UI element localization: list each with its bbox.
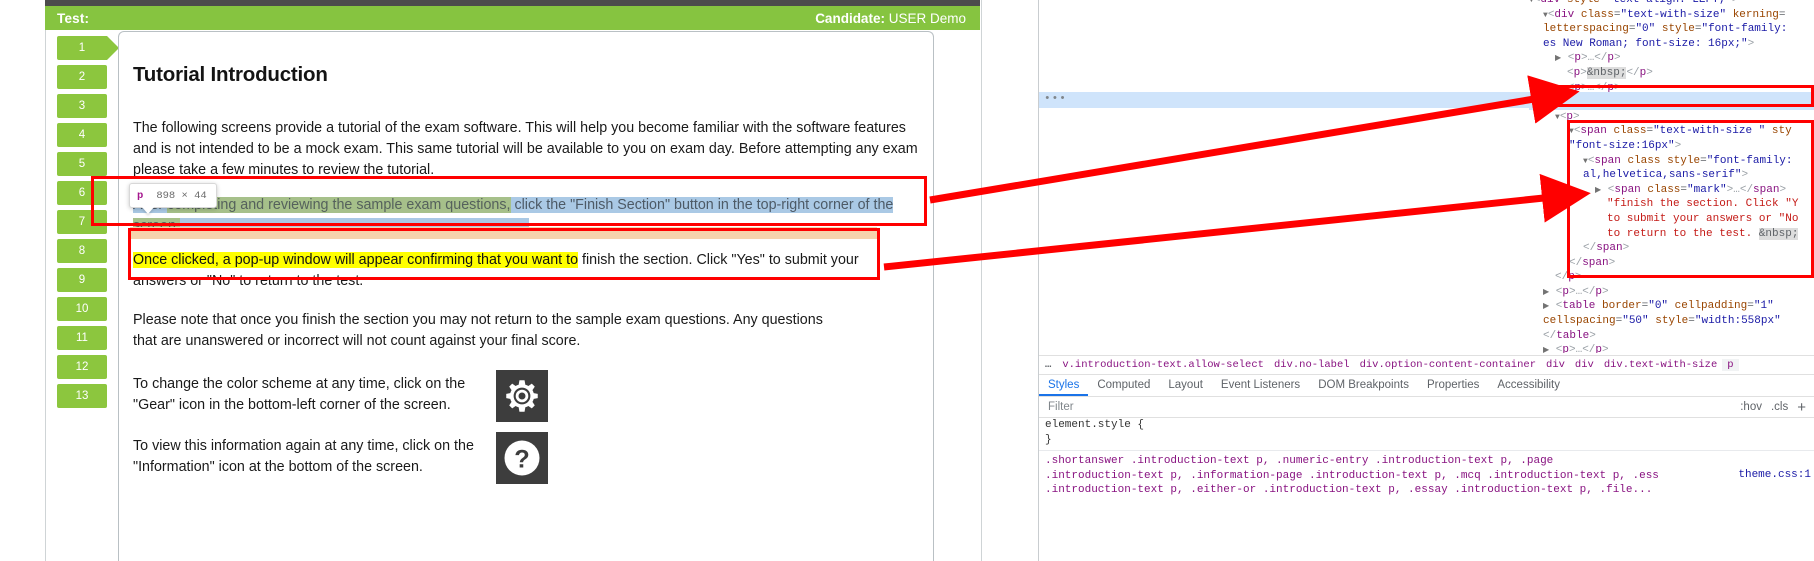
annotation-box-yellow-paragraph (128, 228, 880, 280)
dom-line-21[interactable]: ▶ <table border="0" cellpadding="1" (1529, 299, 1814, 314)
information-instruction-row: To view this information again at any ti… (133, 432, 923, 484)
dom-line-22[interactable]: cellspacing="50" style="width:558px" (1529, 314, 1814, 329)
sidebar-item-9[interactable]: 9 (57, 268, 107, 292)
styles-pane[interactable]: element.style { } .shortanswer .introduc… (1039, 418, 1814, 561)
tab-styles[interactable]: Styles (1039, 374, 1089, 396)
information-instruction-text: To view this information again at any ti… (133, 438, 474, 475)
annotation-box-dom-span-block (1567, 120, 1814, 278)
dom-line-1[interactable]: ▼<div class="text-with-size" kerning= (1529, 8, 1814, 23)
dom-line-0[interactable]: ▼<div style="text-align: LEFT;"> (1529, 0, 1814, 8)
breadcrumb-overflow[interactable]: … (1039, 359, 1057, 371)
tab-layout[interactable]: Layout (1159, 374, 1212, 396)
devtools-breadcrumb[interactable]: … v.introduction-text.allow-select div.n… (1039, 355, 1814, 375)
theme-css-rule[interactable]: .shortanswer .introduction-text p, .nume… (1039, 450, 1814, 498)
candidate-name: USER Demo (888, 10, 966, 26)
paragraph-note: Please note that once you finish the sec… (133, 312, 823, 349)
sidebar-item-11[interactable]: 11 (57, 326, 107, 350)
dom-line-5[interactable]: <p>&nbsp;</p> (1529, 66, 1814, 81)
dom-line-4[interactable]: ▶ <p>…</p> (1529, 51, 1814, 66)
sidebar-item-13[interactable]: 13 (57, 384, 107, 408)
tab-properties[interactable]: Properties (1418, 374, 1488, 396)
tab-dom-breakpoints[interactable]: DOM Breakpoints (1309, 374, 1418, 396)
sidebar-item-5[interactable]: 5 (57, 152, 107, 176)
breadcrumb-item-p-selected[interactable]: p (1722, 359, 1739, 371)
element-style-rule[interactable]: element.style { } (1039, 418, 1814, 447)
element-style-close: } (1045, 433, 1052, 446)
gear-instruction-row: To change the color scheme at any time, … (133, 370, 923, 422)
sidebar-item-12[interactable]: 12 (57, 355, 107, 379)
sidebar-item-10[interactable]: 10 (57, 297, 107, 321)
theme-rule-selector-line2: .introduction-text p, .information-page … (1045, 469, 1659, 482)
dom-line-3[interactable]: es New Roman; font-size: 16px;"> (1529, 37, 1814, 52)
styles-filter-actions: :hov .cls + (1740, 399, 1814, 416)
theme-rule-selector-line3: .introduction-text p, .either-or .introd… (1045, 484, 1653, 497)
devtools-sidebar-tabs[interactable]: Styles Computed Layout Event Listeners D… (1039, 374, 1814, 397)
sidebar-item-1[interactable]: 1 (57, 36, 119, 60)
gear-icon (496, 370, 548, 422)
page-title: Tutorial Introduction (133, 63, 923, 87)
exam-header-bar: Test: Candidate: USER Demo (45, 6, 980, 30)
breadcrumb-item-introduction-text[interactable]: v.introduction-text.allow-select (1057, 359, 1269, 371)
sidebar-item-8[interactable]: 8 (57, 239, 107, 263)
tooltip-tag-name: p (137, 189, 144, 202)
dom-ellipsis-marker: ••• (1044, 93, 1067, 105)
question-nav-strip[interactable]: 1 2 3 4 5 6 7 8 9 10 11 12 13 (57, 36, 119, 556)
svg-text:?: ? (514, 445, 530, 473)
styles-filter-input[interactable]: Filter (1048, 401, 1074, 413)
sidebar-item-4[interactable]: 4 (57, 123, 107, 147)
styles-filter-bar[interactable]: Filter :hov .cls + (1039, 397, 1814, 418)
hov-toggle[interactable]: :hov (1740, 401, 1762, 413)
tutorial-content-card: Tutorial Introduction The following scre… (118, 31, 934, 561)
breadcrumb-item-div-2[interactable]: div (1570, 359, 1599, 371)
breadcrumb-item-no-label[interactable]: div.no-label (1269, 359, 1355, 371)
cls-toggle[interactable]: .cls (1771, 401, 1788, 413)
dom-line-20[interactable]: ▶ <p>…</p> (1529, 285, 1814, 300)
candidate-info: Candidate: USER Demo (815, 11, 966, 26)
new-style-rule-icon[interactable]: + (1797, 399, 1806, 416)
theme-rule-selector-line1: .shortanswer .introduction-text p, .nume… (1045, 455, 1554, 468)
annotation-box-dom-selected-node (1556, 85, 1814, 107)
page-title-text: Tutorial Introduction (133, 63, 328, 86)
tooltip-dimensions: 898 × 44 (156, 189, 207, 202)
candidate-label: Candidate: (815, 10, 885, 26)
gear-instruction-text: To change the color scheme at any time, … (133, 376, 466, 413)
test-label: Test: (57, 10, 90, 26)
exam-application: Test: Candidate: USER Demo 1 2 3 4 5 6 7… (0, 0, 1038, 561)
breadcrumb-item-option-content-container[interactable]: div.option-content-container (1355, 359, 1541, 371)
devtools-element-tooltip: p 898 × 44 (129, 183, 217, 208)
paragraph-intro: The following screens provide a tutorial… (133, 120, 918, 178)
information-icon: ? (496, 432, 548, 484)
breadcrumb-item-div-1[interactable]: div (1541, 359, 1570, 371)
tab-accessibility[interactable]: Accessibility (1488, 374, 1569, 396)
sidebar-item-3[interactable]: 3 (57, 94, 107, 118)
tab-computed[interactable]: Computed (1088, 374, 1159, 396)
dom-line-24[interactable]: ▶ <p>…</p> (1529, 343, 1814, 353)
theme-rule-source[interactable]: theme.css:1 (1738, 469, 1811, 481)
dom-line-2[interactable]: letterspacing="0" style="font-family: (1529, 22, 1814, 37)
element-style-selector: element.style { (1045, 419, 1145, 431)
breadcrumb-item-text-with-size[interactable]: div.text-with-size (1599, 359, 1722, 371)
sidebar-item-2[interactable]: 2 (57, 65, 107, 89)
dom-line-23[interactable]: </table> (1529, 329, 1814, 344)
tab-event-listeners[interactable]: Event Listeners (1212, 374, 1309, 396)
